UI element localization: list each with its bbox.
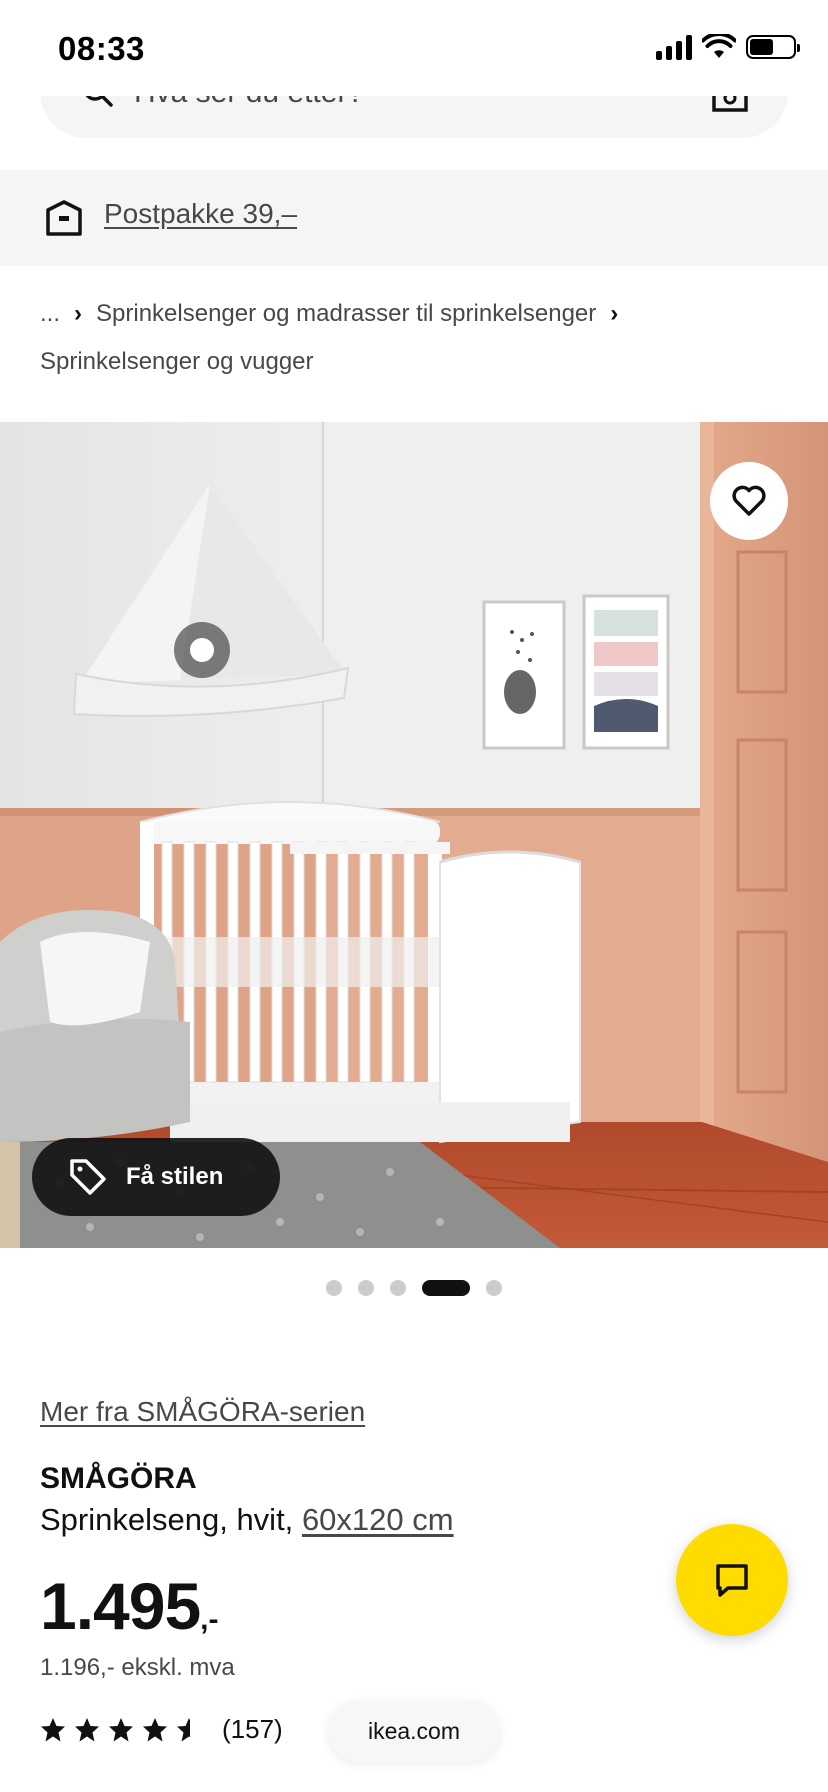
price-suffix: ,-: [200, 1603, 219, 1636]
battery-level-fill: [750, 39, 774, 55]
price-main: 1.495: [40, 1569, 201, 1643]
status-time: 08:33: [58, 30, 145, 67]
product-description: Sprinkelseng, hvit, 60x120 cm: [40, 1502, 454, 1538]
review-count[interactable]: (157): [222, 1714, 283, 1745]
product-name: SMÅGÖRA: [40, 1462, 197, 1495]
get-the-style-label: Få stilen: [126, 1163, 224, 1190]
tag-icon: [70, 1159, 106, 1195]
breadcrumb-item-cribs-cradles[interactable]: Sprinkelsenger og vugger: [40, 348, 314, 375]
hotspot-dot: [190, 638, 214, 662]
carousel-dot[interactable]: [326, 1280, 342, 1296]
star-half-icon: [177, 1717, 190, 1741]
carousel-indicator[interactable]: [0, 1280, 828, 1296]
star-full-icon: [75, 1717, 99, 1741]
star-full-icon: [109, 1717, 133, 1741]
battery-icon: [746, 35, 800, 59]
delivery-banner: Postpakke 39,–: [0, 170, 828, 266]
delivery-link[interactable]: Postpakke 39,–: [104, 198, 297, 230]
chat-button[interactable]: [676, 1524, 788, 1636]
breadcrumb-ellipsis[interactable]: ...: [40, 300, 60, 327]
product-hotspot[interactable]: [174, 622, 230, 678]
carousel-dot[interactable]: [486, 1280, 502, 1296]
size-link[interactable]: 60x120 cm: [302, 1502, 454, 1537]
carousel-dot-active[interactable]: [422, 1280, 470, 1296]
breadcrumb-item-cribs-mattresses[interactable]: Sprinkelsenger og madrasser til sprinkel…: [96, 300, 596, 327]
chat-icon: [716, 1564, 748, 1597]
get-the-style-button[interactable]: Få stilen: [32, 1138, 280, 1216]
favorite-button[interactable]: [710, 462, 788, 540]
carousel-dot[interactable]: [358, 1280, 374, 1296]
product-type: Sprinkelseng, hvit,: [40, 1502, 294, 1537]
browser-url-pill[interactable]: ikea.com: [328, 1700, 500, 1762]
chevron-right-icon: ›: [74, 300, 83, 327]
delivery-box-icon: [46, 200, 82, 236]
price: 1.495 ,-: [40, 1568, 219, 1644]
star-full-icon: [41, 1717, 65, 1741]
star-rating: [40, 1717, 202, 1743]
product-image-carousel[interactable]: Få stilen: [0, 422, 828, 1248]
wifi-icon: [702, 34, 736, 58]
chevron-right-icon: ›: [610, 300, 619, 327]
breadcrumb: ... › Sprinkelsenger og madrasser til spri…: [40, 290, 800, 386]
rating[interactable]: (157): [40, 1714, 283, 1745]
star-full-icon: [143, 1717, 167, 1741]
status-icons: [656, 34, 800, 60]
price-ex-vat: 1.196,- ekskl. mva: [40, 1654, 235, 1681]
signal-icon: [656, 34, 692, 60]
product-photo: [0, 422, 828, 1248]
status-bar: 08:33: [0, 0, 828, 96]
carousel-dot[interactable]: [390, 1280, 406, 1296]
heart-icon: [732, 485, 766, 516]
series-link[interactable]: Mer fra SMÅGÖRA-serien: [40, 1396, 365, 1428]
